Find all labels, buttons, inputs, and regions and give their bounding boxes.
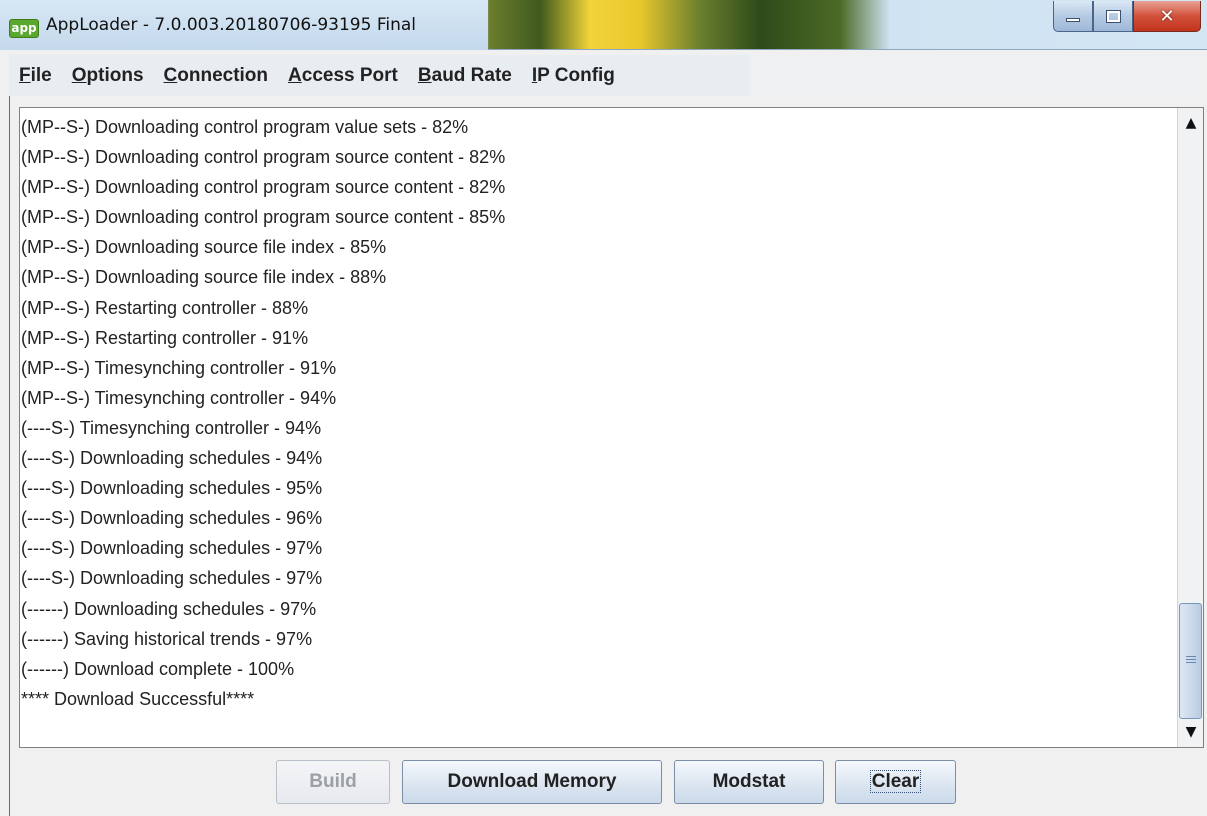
menu-accel: B	[417, 65, 432, 86]
app-icon: app	[9, 19, 39, 38]
download-memory-button[interactable]: Download Memory	[402, 760, 662, 804]
menu-label: onnection	[177, 65, 269, 86]
build-button-label: Build	[309, 771, 357, 792]
log-line: (----S-) Downloading schedules - 95%	[21, 478, 323, 499]
window-controls: ✕	[1053, 1, 1201, 32]
log-line: (----S-) Timesynching controller - 94%	[21, 417, 322, 438]
log-line: **** Download Successful****	[21, 688, 255, 709]
menu-label: P Config	[537, 65, 615, 86]
download-memory-button-label: Download Memory	[447, 771, 617, 792]
window-title: AppLoader - 7.0.003.20180706-93195 Final	[46, 15, 416, 35]
menu-baud-rate[interactable]: Baud Rate	[408, 55, 522, 96]
scrollbar-thumb[interactable]	[1179, 603, 1202, 719]
modstat-button-label: Modstat	[712, 771, 786, 792]
log-panel[interactable]: (MP--S-) Downloading control program val…	[19, 107, 1204, 748]
minimize-icon	[1066, 18, 1080, 22]
menu-bar-fill	[750, 55, 1199, 96]
maximize-icon	[1105, 9, 1121, 23]
clear-button-label: Clear	[869, 770, 922, 793]
log-line: (MP--S-) Downloading control program sou…	[21, 177, 506, 198]
menu-file[interactable]: File	[9, 55, 62, 96]
menu-accel: O	[71, 65, 87, 86]
log-line: (MP--S-) Timesynching controller - 91%	[21, 357, 337, 378]
vertical-scrollbar[interactable]: ▲ ▼	[1177, 108, 1203, 747]
build-button[interactable]: Build	[276, 760, 390, 804]
scroll-up-icon[interactable]: ▲	[1179, 110, 1203, 136]
close-button[interactable]: ✕	[1133, 1, 1201, 32]
log-line: (MP--S-) Restarting controller - 88%	[21, 297, 309, 318]
scroll-down-icon[interactable]: ▼	[1179, 719, 1203, 745]
title-bar[interactable]: app AppLoader - 7.0.003.20180706-93195 F…	[0, 0, 1207, 50]
close-icon: ✕	[1159, 5, 1175, 27]
menu-accel: C	[163, 65, 178, 86]
menu-access-port[interactable]: Access Port	[278, 55, 408, 96]
menu-bar: File Options Connection Access Port Baud…	[9, 55, 1199, 96]
log-text-area[interactable]: (MP--S-) Downloading control program val…	[21, 112, 1174, 746]
log-line: (------) Downloading schedules - 97%	[21, 598, 317, 619]
menu-label: ptions	[86, 65, 144, 86]
scrollbar-grip-icon	[1186, 656, 1196, 664]
clear-button[interactable]: Clear	[835, 760, 956, 804]
menu-accel: F	[19, 65, 31, 86]
menu-label: aud Rate	[431, 65, 512, 86]
menu-ip-config[interactable]: IP Config	[522, 55, 625, 96]
minimize-button[interactable]	[1053, 1, 1093, 32]
log-line: (----S-) Downloading schedules - 94%	[21, 448, 323, 469]
modstat-button[interactable]: Modstat	[674, 760, 824, 804]
maximize-button[interactable]	[1093, 1, 1133, 32]
log-line: (MP--S-) Downloading source file index -…	[21, 237, 387, 258]
menu-label: ccess Port	[301, 65, 398, 86]
menu-label: ile	[30, 65, 52, 86]
menu-accel: A	[288, 65, 302, 86]
log-line: (----S-) Downloading schedules - 97%	[21, 568, 323, 589]
window-left-border	[9, 96, 10, 816]
log-line: (MP--S-) Downloading source file index -…	[21, 267, 387, 288]
log-line: (----S-) Downloading schedules - 97%	[21, 538, 323, 559]
log-line: (----S-) Downloading schedules - 96%	[21, 508, 323, 529]
log-line: (MP--S-) Downloading control program val…	[21, 117, 469, 137]
log-line: (------) Download complete - 100%	[21, 658, 295, 679]
menu-connection[interactable]: Connection	[154, 55, 279, 96]
log-line: (MP--S-) Downloading control program sou…	[21, 147, 506, 168]
log-line: (MP--S-) Restarting controller - 91%	[21, 327, 309, 348]
menu-options[interactable]: Options	[62, 55, 154, 96]
log-line: (MP--S-) Timesynching controller - 94%	[21, 387, 337, 408]
log-line: (MP--S-) Downloading control program sou…	[21, 207, 506, 228]
log-line: (------) Saving historical trends - 97%	[21, 628, 313, 649]
